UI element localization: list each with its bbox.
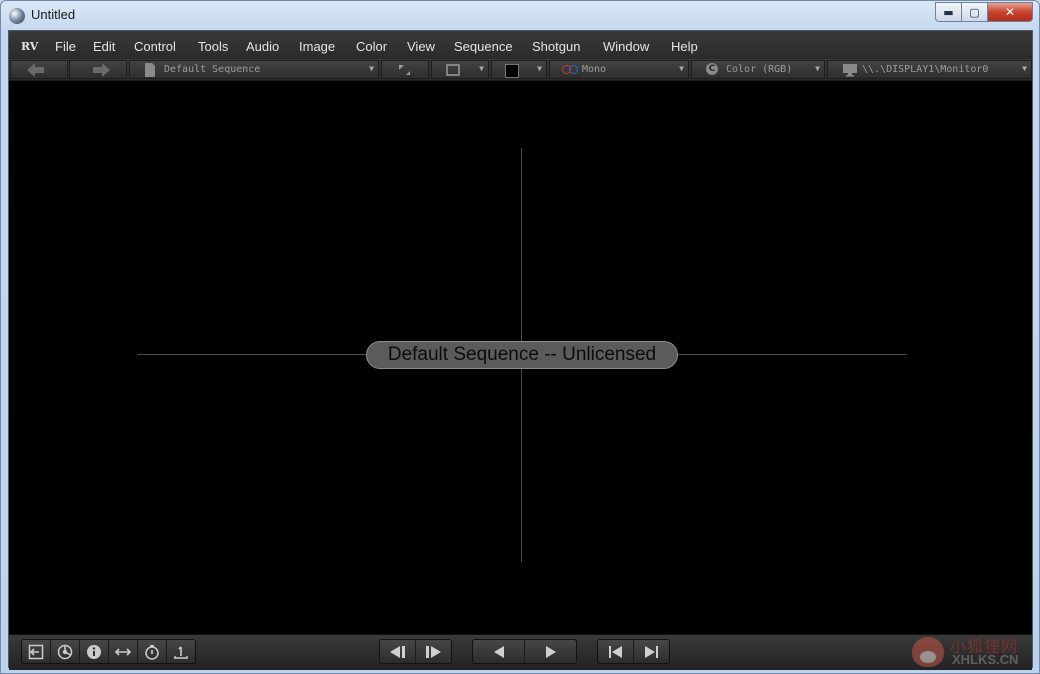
menu-tools[interactable]: Tools [198, 39, 228, 54]
black-swatch-icon [505, 64, 519, 78]
play-forward-button[interactable] [525, 640, 576, 663]
watermark-url: XHLKS.CN [952, 652, 1019, 667]
fox-logo-icon [912, 637, 944, 667]
menu-edit[interactable]: Edit [93, 39, 115, 54]
menu-shotgun[interactable]: Shotgun [532, 39, 580, 54]
menu-audio[interactable]: Audio [246, 39, 279, 54]
display-selector[interactable]: \\.\DISPLAY1\Monitor0 ▼ [827, 60, 1032, 79]
wipe-button[interactable] [109, 640, 138, 663]
timer-button[interactable] [138, 640, 167, 663]
chevron-down-icon: ▼ [537, 64, 542, 73]
swap-arrows-icon [114, 647, 132, 656]
display-label: \\.\DISPLAY1\Monitor0 [862, 64, 989, 75]
frame-selector[interactable]: ▼ [431, 60, 489, 79]
menu-sequence[interactable]: Sequence [454, 39, 513, 54]
expand-icon [399, 65, 410, 75]
window-controls: ▬ ▢ ✕ [935, 2, 1033, 22]
color-space-selector[interactable]: C Color (RGB) ▼ [691, 60, 825, 79]
chevron-down-icon: ▼ [815, 64, 820, 73]
document-icon [145, 63, 155, 77]
stopwatch-icon [145, 644, 159, 660]
menu-help[interactable]: Help [671, 39, 698, 54]
skip-end-icon [645, 645, 658, 658]
exit-fullscreen-button[interactable] [22, 640, 51, 663]
menu-view[interactable]: View [407, 39, 435, 54]
frame-one-button[interactable] [167, 640, 195, 663]
color-c-icon: C [706, 63, 718, 75]
source-label: Default Sequence [164, 64, 261, 75]
play-forward-icon [545, 645, 556, 658]
menu-image[interactable]: Image [299, 39, 335, 54]
title-bar[interactable]: Untitled ▬ ▢ ✕ [1, 1, 1039, 30]
menu-bar: RV File Edit Control Tools Audio Image C… [9, 31, 1032, 59]
app-window: Untitled ▬ ▢ ✕ RV File Edit Control Tool… [0, 0, 1040, 674]
stereo-label: Mono [582, 64, 607, 75]
frame-one-icon [174, 645, 188, 659]
go-to-end-button[interactable] [634, 640, 669, 663]
menu-color[interactable]: Color [356, 39, 387, 54]
chevron-down-icon: ▼ [479, 64, 484, 73]
stereo-selector[interactable]: Mono ▼ [549, 60, 689, 79]
info-button[interactable] [80, 640, 109, 663]
color-wheel-button[interactable] [51, 640, 80, 663]
play-backward-icon [493, 645, 504, 658]
minimize-button[interactable]: ▬ [935, 2, 961, 22]
color-space-label: Color (RGB) [726, 64, 793, 75]
jump-button-group [597, 639, 670, 664]
play-button-group [472, 639, 577, 664]
menu-file[interactable]: File [55, 39, 76, 54]
tools-button-group [21, 639, 196, 664]
rv-main-area: RV File Edit Control Tools Audio Image C… [8, 30, 1033, 670]
forward-button[interactable] [69, 60, 127, 79]
window-title: Untitled [31, 7, 76, 22]
exit-icon [28, 644, 44, 659]
source-selector[interactable]: Default Sequence ▼ [129, 60, 379, 79]
menu-window[interactable]: Window [603, 39, 649, 54]
menu-control[interactable]: Control [134, 39, 176, 54]
rv-app-icon [9, 8, 25, 24]
top-toolbar: Default Sequence ▼ ▼ ▼ Mono ▼ C Color (R… [9, 59, 1032, 81]
chevron-down-icon: ▼ [369, 64, 374, 73]
watermark: 小狐狸网 XHLKS.CN [908, 635, 1033, 670]
arrow-left-icon [27, 63, 44, 77]
info-icon [87, 644, 101, 659]
color-wheel-icon [57, 644, 73, 659]
background-selector[interactable]: ▼ [491, 60, 547, 79]
rv-logo[interactable]: RV [21, 40, 38, 53]
maximize-button[interactable]: ▢ [961, 2, 987, 22]
arrow-right-icon [93, 63, 110, 77]
sequence-overlay-label: Default Sequence -- Unlicensed [366, 341, 678, 369]
step-forward-button[interactable] [416, 640, 451, 663]
bottom-toolbar: 小狐狸网 XHLKS.CN [9, 634, 1032, 670]
step-back-icon [390, 645, 405, 658]
monitor-icon [843, 64, 857, 77]
chevron-down-icon: ▼ [679, 64, 684, 73]
stereo-right-icon [569, 65, 578, 74]
step-button-group [379, 639, 452, 664]
close-button[interactable]: ✕ [987, 2, 1033, 22]
image-viewer[interactable]: Default Sequence -- Unlicensed [9, 81, 1032, 634]
step-forward-icon [426, 645, 441, 658]
frame-icon [446, 64, 460, 76]
fit-button[interactable] [381, 60, 429, 79]
chevron-down-icon: ▼ [1022, 64, 1027, 73]
skip-start-icon [609, 645, 622, 658]
go-to-start-button[interactable] [598, 640, 634, 663]
play-backward-button[interactable] [473, 640, 525, 663]
step-back-button[interactable] [380, 640, 416, 663]
back-button[interactable] [10, 60, 68, 79]
